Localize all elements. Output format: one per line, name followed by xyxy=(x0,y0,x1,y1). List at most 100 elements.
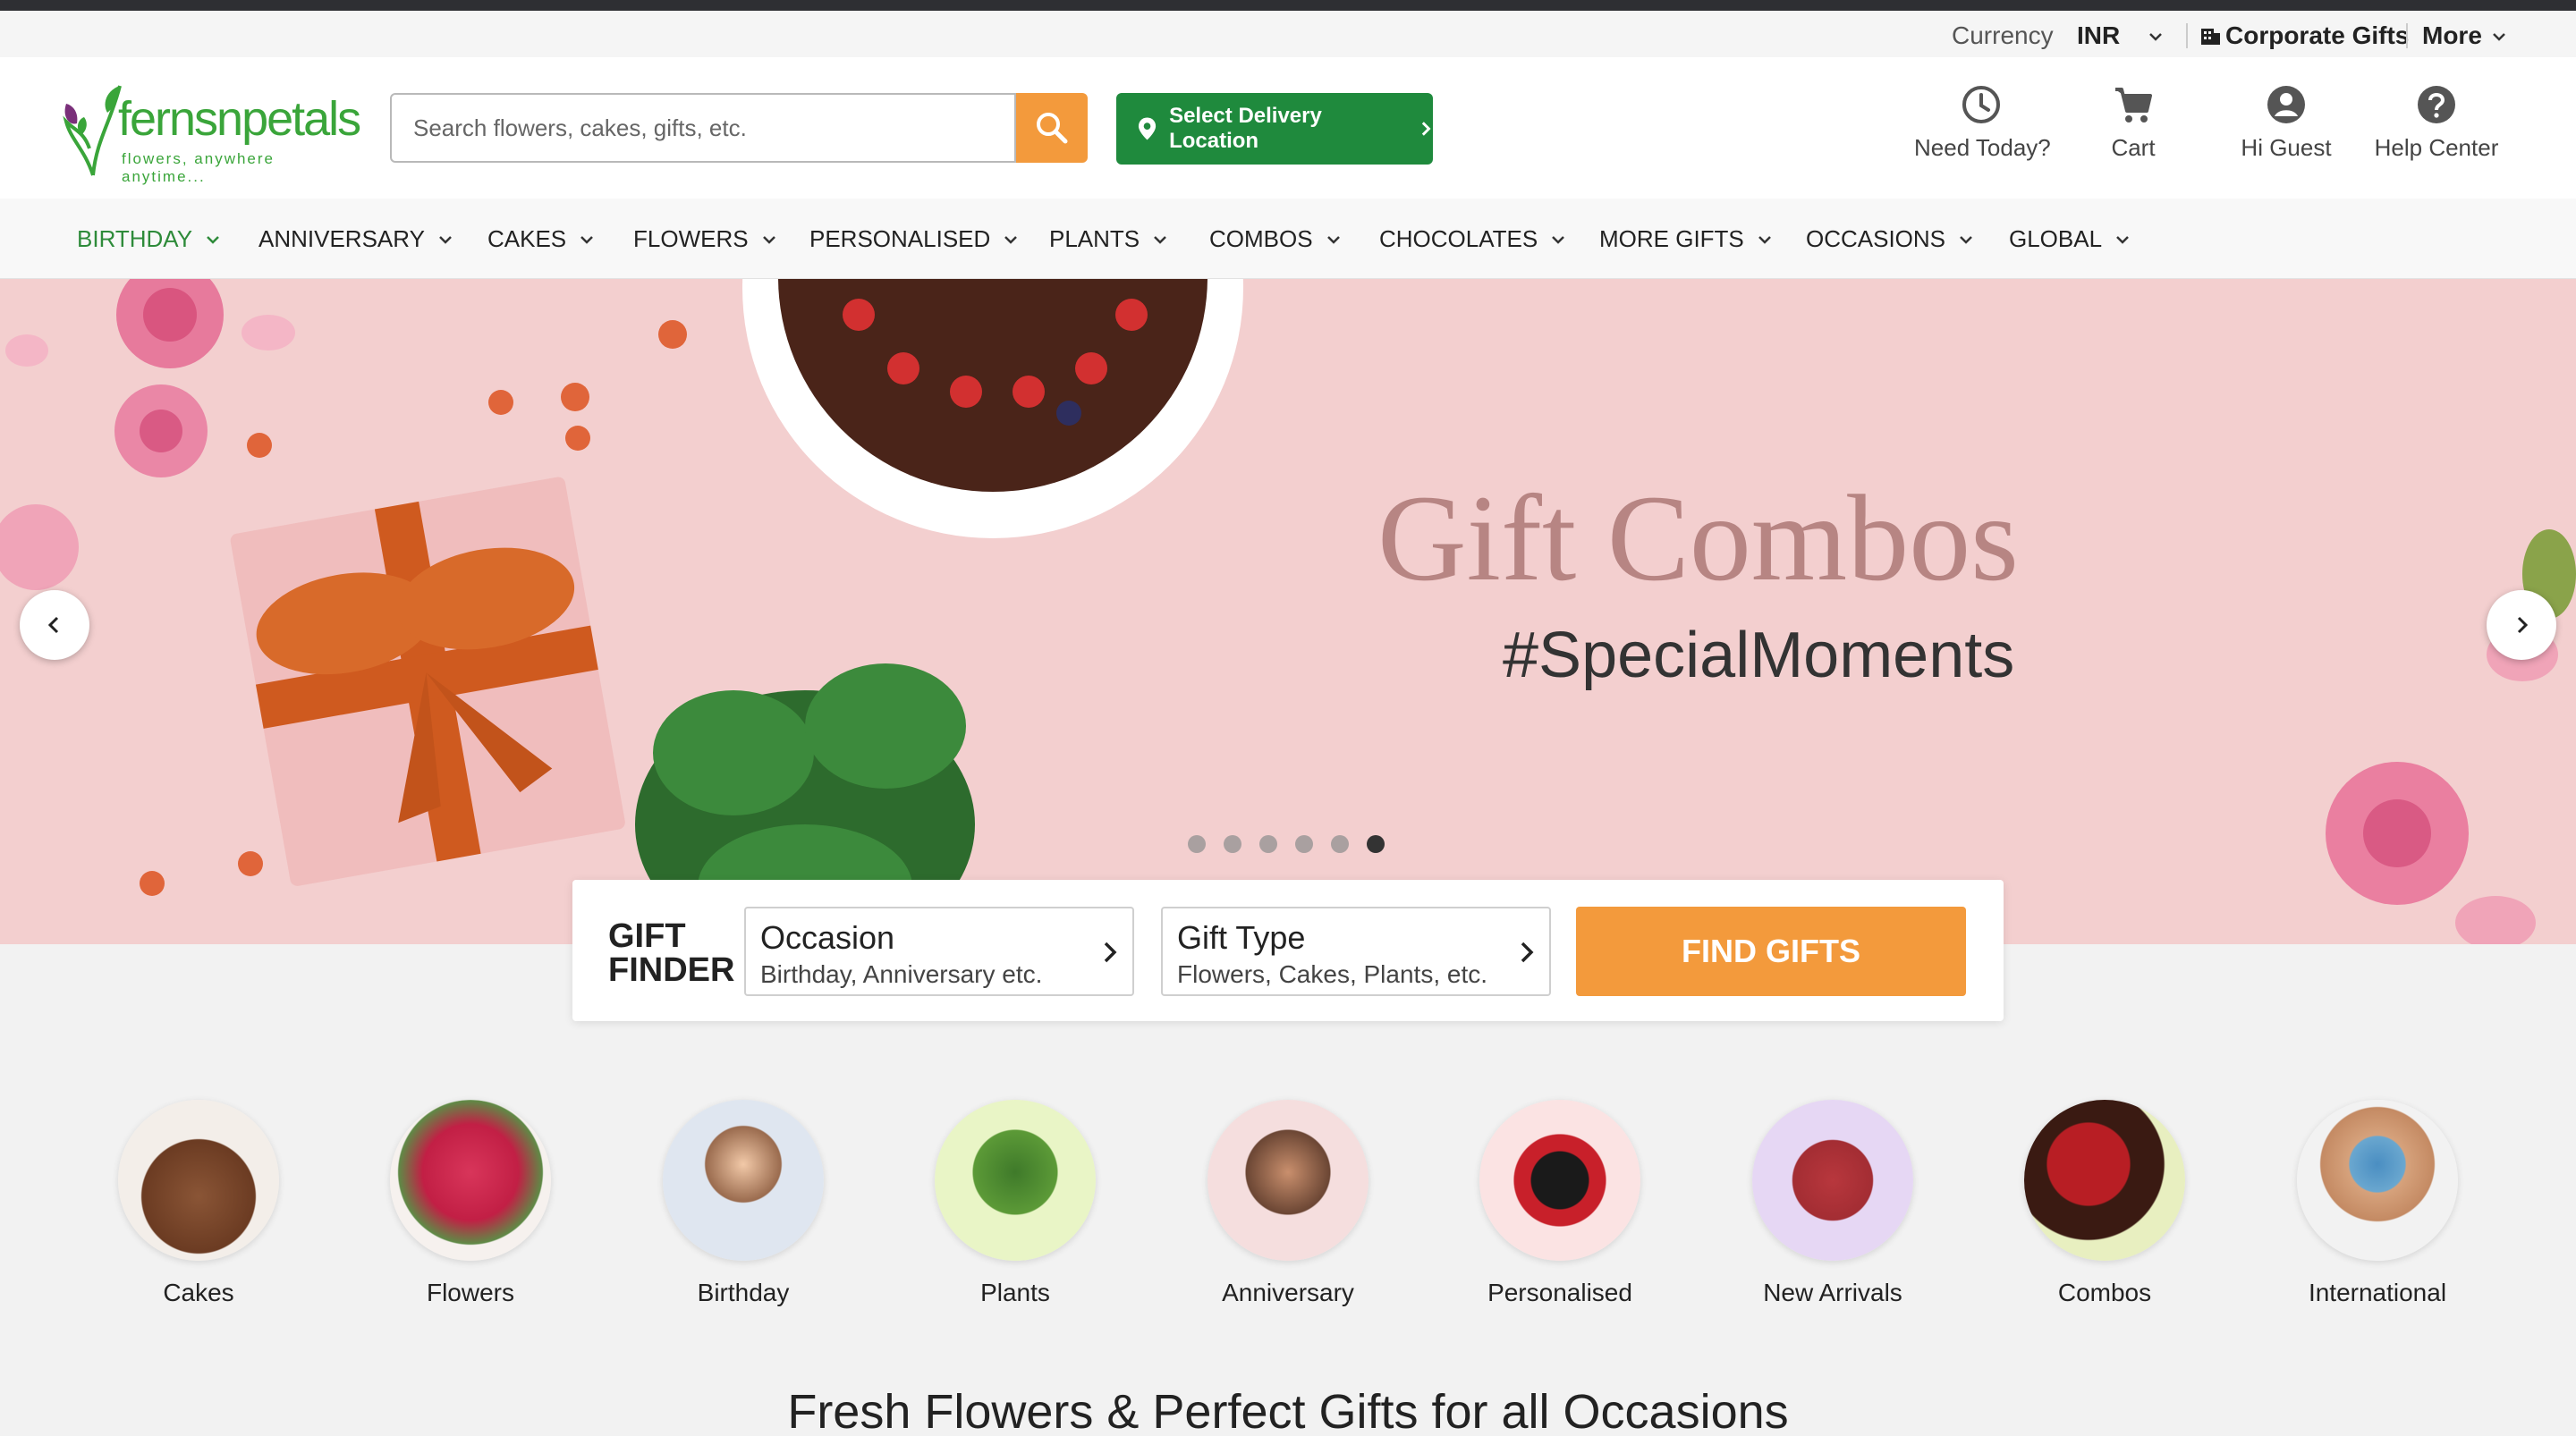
nav-label: PLANTS xyxy=(1049,225,1140,252)
carousel-dot[interactable] xyxy=(1224,835,1241,853)
nav-label: MORE GIFTS xyxy=(1599,225,1744,252)
need-today-button[interactable]: Need Today? xyxy=(1914,84,2051,162)
divider xyxy=(2186,23,2188,48)
new-arrivals-thumbnail xyxy=(1752,1100,1913,1261)
clock-icon xyxy=(1962,86,2000,123)
chevron-down-icon xyxy=(439,235,452,244)
chevron-down-icon xyxy=(2116,235,2129,244)
chevron-down-icon[interactable] xyxy=(2490,23,2508,52)
plants-thumbnail xyxy=(935,1100,1096,1261)
carousel-prev-button[interactable] xyxy=(20,590,89,660)
gift-type-title: Gift Type xyxy=(1177,919,1306,956)
need-today-label: Need Today? xyxy=(1914,134,2051,161)
category-label: International xyxy=(2308,1279,2447,1306)
carousel-dot-active[interactable] xyxy=(1367,835,1385,853)
chevron-down-icon[interactable] xyxy=(2147,23,2165,52)
occasion-title: Occasion xyxy=(760,919,895,956)
find-gifts-button[interactable]: FIND GIFTS xyxy=(1576,907,1966,996)
utility-bar: Currency INR Corporate Gifts More xyxy=(0,11,2576,57)
category-label: Combos xyxy=(2057,1279,2152,1306)
category-label: Plants xyxy=(980,1279,1050,1306)
chevron-down-icon xyxy=(762,235,775,244)
cakes-thumbnail xyxy=(118,1100,279,1261)
category-personalised[interactable]: Personalised xyxy=(1462,1100,1658,1307)
gift-finder: GIFT FINDER Occasion Birthday, Anniversa… xyxy=(572,880,2004,1021)
nav-item-chocolates[interactable]: CHOCOLATES xyxy=(1379,225,1566,253)
nav-label: PERSONALISED xyxy=(809,225,991,252)
occasion-select[interactable]: Occasion Birthday, Anniversary etc. xyxy=(744,907,1134,996)
chevron-right-icon xyxy=(1421,122,1431,136)
delivery-button-label: Select Delivery Location xyxy=(1169,104,1322,153)
category-anniversary[interactable]: Anniversary xyxy=(1190,1100,1386,1307)
banner-title: Gift Combos xyxy=(1377,469,2019,606)
nav-item-more-gifts[interactable]: MORE GIFTS xyxy=(1599,225,1773,253)
category-cakes[interactable]: Cakes xyxy=(100,1100,297,1307)
currency-select[interactable]: INR xyxy=(2077,21,2120,50)
help-center-label: Help Center xyxy=(2374,134,2499,161)
category-strip: Cakes Flowers Birthday Plants Anniversar… xyxy=(0,1100,2576,1323)
nav-label: BIRTHDAY xyxy=(77,225,193,252)
site-logo[interactable]: fernsnpetals flowers, anywhere anytime..… xyxy=(57,64,361,190)
more-menu[interactable]: More xyxy=(2422,21,2482,50)
gift-type-select[interactable]: Gift Type Flowers, Cakes, Plants, etc. xyxy=(1161,907,1551,996)
category-combos[interactable]: Combos xyxy=(2006,1100,2203,1307)
anniversary-thumbnail xyxy=(1208,1100,1368,1261)
occasion-hint: Birthday, Anniversary etc. xyxy=(760,960,1043,988)
nav-item-plants[interactable]: PLANTS xyxy=(1049,225,1168,253)
category-birthday[interactable]: Birthday xyxy=(645,1100,842,1307)
site-header: fernsnpetals flowers, anywhere anytime..… xyxy=(0,57,2576,199)
category-label: Anniversary xyxy=(1222,1279,1354,1306)
nav-label: CAKES xyxy=(487,225,567,252)
nav-item-cakes[interactable]: CAKES xyxy=(487,225,595,253)
search-input[interactable] xyxy=(392,95,1014,161)
carousel-dot[interactable] xyxy=(1295,835,1313,853)
nav-label: GLOBAL xyxy=(2009,225,2103,252)
nav-item-flowers[interactable]: FLOWERS xyxy=(633,225,777,253)
carousel-dot[interactable] xyxy=(1188,835,1206,853)
help-center-button[interactable]: Help Center xyxy=(2374,84,2499,162)
chevron-down-icon xyxy=(1326,235,1340,244)
nav-item-personalised[interactable]: PERSONALISED xyxy=(809,225,1019,253)
nav-item-birthday[interactable]: BIRTHDAY xyxy=(77,225,221,253)
corporate-gifts-link[interactable]: Corporate Gifts xyxy=(2225,21,2409,50)
nav-item-global[interactable]: GLOBAL xyxy=(2009,225,2131,253)
section-heading: Fresh Flowers & Perfect Gifts for all Oc… xyxy=(787,1385,1789,1436)
nav-label: ANNIVERSARY xyxy=(258,225,425,252)
combos-thumbnail xyxy=(2024,1100,2185,1261)
chevron-down-icon xyxy=(1758,235,1771,244)
nav-label: COMBOS xyxy=(1209,225,1313,252)
cart-button[interactable]: Cart xyxy=(2097,84,2169,162)
nav-item-anniversary[interactable]: ANNIVERSARY xyxy=(258,225,453,253)
carousel-next-button[interactable] xyxy=(2487,590,2556,660)
account-button[interactable]: Hi Guest xyxy=(2233,84,2340,162)
category-flowers[interactable]: Flowers xyxy=(372,1100,569,1307)
gift-finder-label-line: FINDER xyxy=(608,951,735,989)
location-pin-icon xyxy=(1138,117,1157,140)
browser-top-strip xyxy=(0,0,2576,11)
carousel-dot[interactable] xyxy=(1259,835,1277,853)
category-new-arrivals[interactable]: New Arrivals xyxy=(1734,1100,1931,1307)
building-icon xyxy=(2199,23,2222,53)
search-button[interactable] xyxy=(1016,93,1088,163)
help-icon xyxy=(2418,86,2455,123)
chevron-left-icon xyxy=(47,616,59,634)
chevron-right-icon xyxy=(1104,942,1117,963)
account-label: Hi Guest xyxy=(2241,134,2332,161)
divider xyxy=(2406,23,2408,48)
chevron-down-icon xyxy=(1004,235,1018,244)
nav-item-occasions[interactable]: OCCASIONS xyxy=(1806,225,1974,253)
search-icon xyxy=(1037,113,1068,144)
category-plants[interactable]: Plants xyxy=(917,1100,1114,1307)
carousel-dot[interactable] xyxy=(1331,835,1349,853)
category-international[interactable]: International xyxy=(2279,1100,2476,1307)
hero-banner[interactable]: Gift Combos #SpecialMoments xyxy=(0,279,2576,944)
chevron-down-icon xyxy=(207,235,219,244)
nav-item-combos[interactable]: COMBOS xyxy=(1209,225,1342,253)
category-label: New Arrivals xyxy=(1763,1279,1902,1306)
birthday-thumbnail xyxy=(663,1100,824,1261)
international-thumbnail xyxy=(2297,1100,2458,1261)
logo-tagline: flowers, anywhere anytime... xyxy=(122,150,275,185)
gift-type-hint: Flowers, Cakes, Plants, etc. xyxy=(1177,960,1488,988)
chevron-right-icon xyxy=(2517,616,2529,634)
select-delivery-location-button[interactable]: Select Delivery Location xyxy=(1116,93,1433,165)
